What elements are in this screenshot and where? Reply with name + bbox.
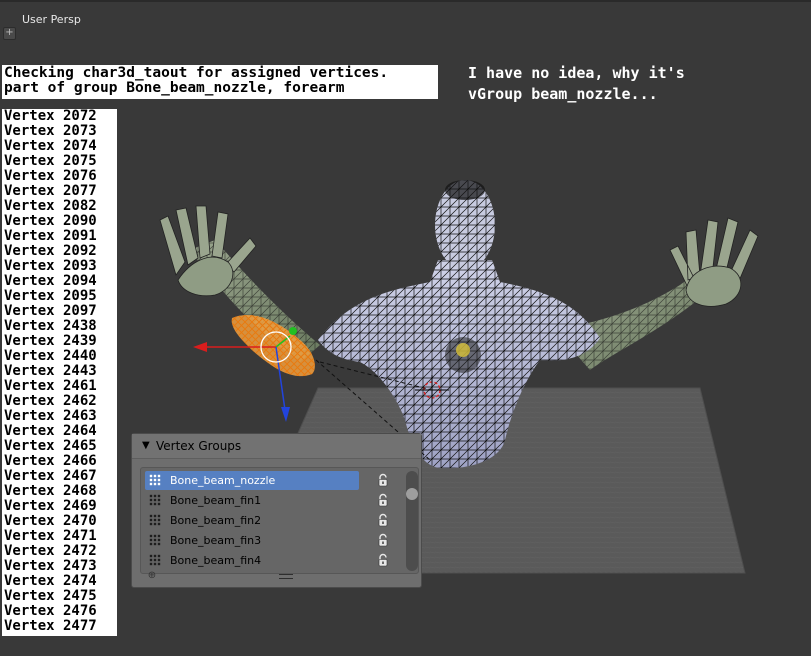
vertex-group-row[interactable]: Bone_beam_fin2 (145, 511, 393, 530)
note-line-1: I have no idea, why it's (468, 64, 685, 82)
vertex-list-item: Vertex 2468 (4, 483, 97, 499)
vertex-list-item: Vertex 2470 (4, 513, 97, 529)
lock-icon[interactable] (377, 473, 389, 487)
info-line-1: Checking char3d_taout for assigned verti… (4, 65, 389, 81)
vertex-list-item: Vertex 2440 (4, 348, 97, 364)
toolshelf-toggle-button[interactable]: + (3, 27, 16, 40)
vertex-group-icon (149, 474, 161, 486)
vertex-group-icon (149, 554, 161, 566)
lock-icon[interactable] (377, 533, 389, 547)
vertex-group-row[interactable]: Bone_beam_nozzle (145, 471, 388, 490)
vertex-list-item: Vertex 2474 (4, 573, 97, 589)
vertex-group-name: Bone_beam_fin4 (170, 554, 262, 567)
vertex-list-item: Vertex 2476 (4, 603, 97, 619)
panel-header[interactable]: ▼ Vertex Groups (132, 434, 421, 459)
vertex-list-item: Vertex 2076 (4, 168, 97, 184)
vertex-group-row[interactable]: Bone_beam_fin3 (145, 531, 393, 550)
3d-viewport[interactable]: User Persp + Checking char3d_taout for a… (0, 0, 811, 656)
add-icon[interactable]: ⊕ (147, 571, 157, 581)
vertex-group-name: Bone_beam_fin3 (170, 534, 262, 547)
selected-forearm[interactable] (231, 314, 315, 377)
vertex-list-item: Vertex 2091 (4, 228, 97, 244)
vertex-list-item: Vertex 2072 (4, 109, 97, 124)
annotation-note: I have no idea, why it's vGroup beam_noz… (468, 63, 685, 105)
vertex-list-item: Vertex 2074 (4, 138, 97, 154)
vertex-list-item: Vertex 2469 (4, 498, 97, 514)
vertex-list-item: Vertex 2464 (4, 423, 97, 439)
vertex-list-item: Vertex 2473 (4, 558, 97, 574)
vertex-group-name: Bone_beam_fin2 (170, 514, 262, 527)
vertex-list-item: Vertex 2095 (4, 288, 97, 304)
lock-icon[interactable] (377, 493, 389, 507)
vertex-group-icon (149, 514, 161, 526)
vertex-list-item: Vertex 2092 (4, 243, 97, 259)
panel-title: Vertex Groups (156, 439, 242, 453)
vertex-group-name: Bone_beam_fin1 (170, 494, 262, 507)
vertex-group-row[interactable]: Bone_beam_fin4 (145, 551, 393, 570)
vertex-list-item: Vertex 2462 (4, 393, 97, 409)
vertex-group-list[interactable]: Bone_beam_nozzle Bone_beam_fin1 Bone_beam_… (140, 467, 419, 574)
vertex-list-item: Vertex 2471 (4, 528, 97, 544)
vertex-list-item: Vertex 2463 (4, 408, 97, 424)
list-scrollbar[interactable] (406, 471, 418, 571)
vertex-list-item: Vertex 2477 (4, 618, 97, 634)
lock-icon[interactable] (377, 513, 389, 527)
info-text-box: Checking char3d_taout for assigned verti… (2, 65, 438, 99)
vertex-list-item: Vertex 2093 (4, 258, 97, 274)
collapse-triangle-icon[interactable]: ▼ (142, 434, 150, 458)
vertex-list-item: Vertex 2097 (4, 303, 97, 319)
vertex-list-item: Vertex 2094 (4, 273, 97, 289)
vertex-list-item: Vertex 2077 (4, 183, 97, 199)
vertex-list-item: Vertex 2073 (4, 123, 97, 139)
view-mode-label: User Persp (22, 13, 81, 26)
note-line-2: vGroup beam_nozzle... (468, 85, 658, 103)
vertex-groups-panel: ▼ Vertex Groups Bone_beam_nozzle Bone_bea… (131, 433, 422, 588)
vertex-list-item: Vertex 2075 (4, 153, 97, 169)
vertex-group-row[interactable]: Bone_beam_fin1 (145, 491, 393, 510)
list-resize-grip[interactable] (279, 574, 293, 579)
vertex-list-item: Vertex 2443 (4, 363, 97, 379)
vertex-list-item: Vertex 2439 (4, 333, 97, 349)
vertex-list-item: Vertex 2461 (4, 378, 97, 394)
vertex-list-item: Vertex 2475 (4, 588, 97, 604)
vertex-list-item: Vertex 2465 (4, 438, 97, 454)
vertex-group-icon (149, 534, 161, 546)
lock-icon[interactable] (377, 553, 389, 567)
vertex-list-item: Vertex 2466 (4, 453, 97, 469)
vertex-list-item: Vertex 2472 (4, 543, 97, 559)
vertex-group-name: Bone_beam_nozzle (170, 474, 276, 487)
vertex-list-item: Vertex 2090 (4, 213, 97, 229)
info-line-2: part of group Bone_beam_nozzle, forearm (4, 80, 345, 96)
vertex-list: Vertex 2072 Vertex 2073 Vertex 2074 Vertex … (2, 109, 117, 636)
vertex-list-item: Vertex 2467 (4, 468, 97, 484)
vertex-list-item: Vertex 2082 (4, 198, 97, 214)
vertex-group-icon (149, 494, 161, 506)
scrollbar-thumb[interactable] (406, 488, 418, 500)
vertex-list-item: Vertex 2438 (4, 318, 97, 334)
